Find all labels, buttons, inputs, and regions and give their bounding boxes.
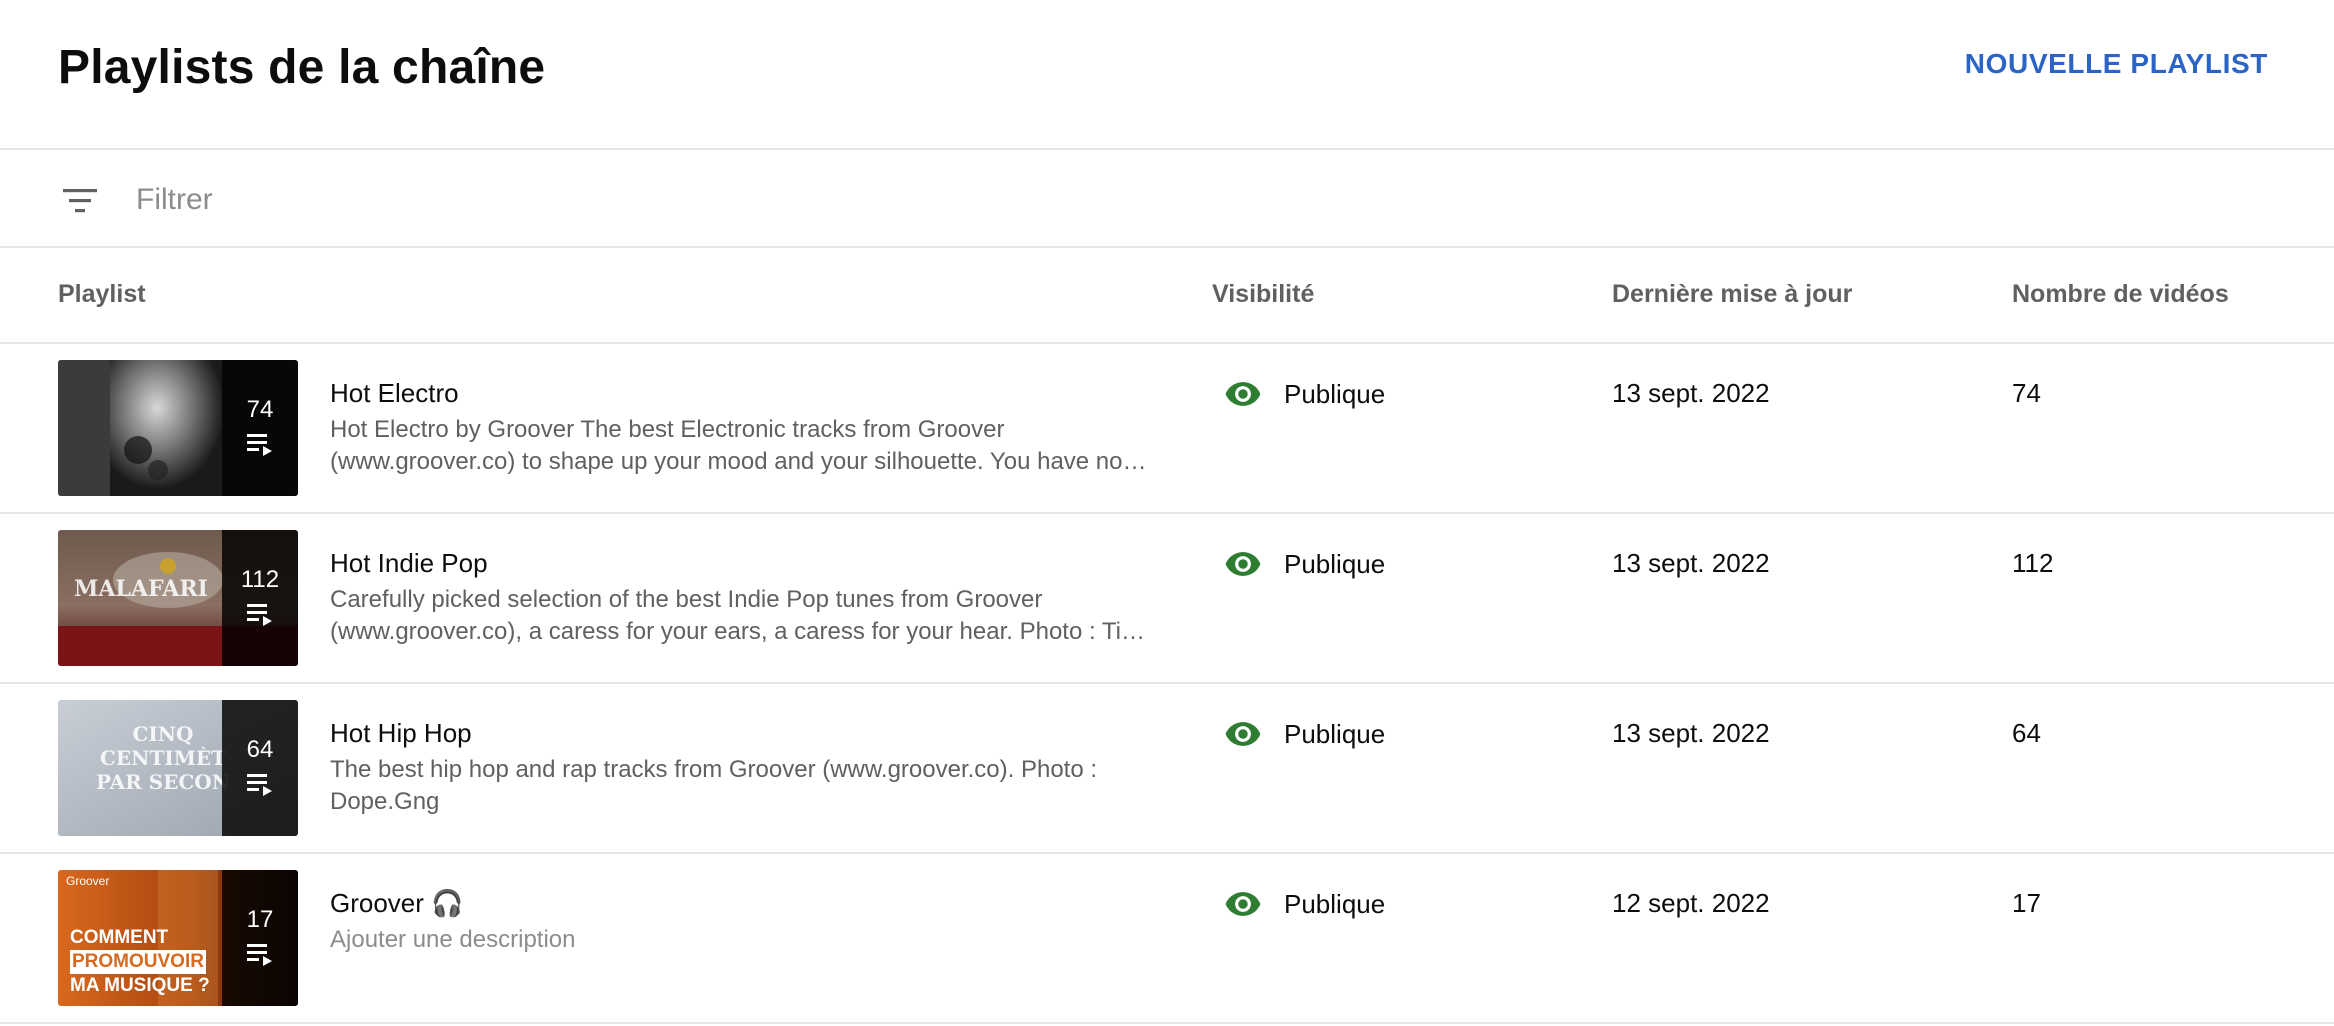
visibility-label: Publique bbox=[1284, 378, 1386, 409]
thumbnail-text: CINQ CENTIMÈT PAR SECON bbox=[96, 722, 230, 794]
visibility-cell: Publique bbox=[1224, 544, 1385, 584]
playlist-icon bbox=[247, 944, 272, 966]
playlist-title[interactable]: Hot Hip Hop bbox=[330, 718, 472, 749]
visibility-label: Publique bbox=[1284, 718, 1386, 749]
playlist-icon bbox=[247, 434, 272, 456]
new-playlist-button[interactable]: NOUVELLE PLAYLIST bbox=[1965, 48, 2268, 80]
filter-bar bbox=[0, 152, 2334, 248]
video-count: 64 bbox=[2012, 718, 2041, 748]
table-row[interactable]: MALAFARI 112 Hot Indie Pop Carefully pic… bbox=[0, 514, 2334, 684]
visibility-cell: Publique bbox=[1224, 884, 1385, 924]
playlist-description: Hot Electro by Groover The best Electron… bbox=[330, 416, 1147, 475]
playlist-thumbnail[interactable]: MALAFARI 112 bbox=[58, 530, 298, 666]
last-update-date: 13 sept. 2022 bbox=[1612, 548, 1770, 578]
thumbnail-video-count: 64 bbox=[246, 736, 274, 763]
last-update-date: 13 sept. 2022 bbox=[1612, 718, 1770, 748]
playlist-title[interactable]: Groover 🎧 bbox=[330, 888, 464, 919]
thumbnail-text: MALAFARI bbox=[74, 576, 208, 602]
filter-input[interactable] bbox=[136, 176, 1336, 224]
thumbnail-overlay: 17 bbox=[222, 870, 298, 1006]
column-header-video-count[interactable]: Nombre de vidéos bbox=[2012, 280, 2229, 309]
playlist-thumbnail[interactable]: 74 bbox=[58, 360, 298, 496]
thumbnail-overlay: 74 bbox=[222, 360, 298, 496]
eye-icon bbox=[1225, 552, 1261, 576]
add-description-link[interactable]: Ajouter une description bbox=[330, 924, 1160, 956]
last-update-date: 13 sept. 2022 bbox=[1612, 378, 1770, 408]
visibility-cell: Publique bbox=[1224, 374, 1385, 414]
playlist-description: The best hip hop and rap tracks from Gro… bbox=[330, 756, 1098, 815]
playlist-thumbnail[interactable]: Groover COMMENT PROMOUVOIR MA MUSIQUE ? … bbox=[58, 870, 298, 1006]
thumbnail-text: COMMENT PROMOUVOIR MA MUSIQUE ? bbox=[70, 927, 210, 996]
thumbnail-video-count: 112 bbox=[240, 566, 280, 593]
playlist-title[interactable]: Hot Electro bbox=[330, 378, 459, 409]
thumbnail-overlay: 112 bbox=[222, 530, 298, 666]
playlist-icon bbox=[247, 604, 272, 626]
video-count: 17 bbox=[2012, 888, 2041, 918]
playlist-thumbnail[interactable]: CINQ CENTIMÈT PAR SECON 64 bbox=[58, 700, 298, 836]
column-header-visibility[interactable]: Visibilité bbox=[1212, 280, 1314, 309]
thumbnail-video-count: 74 bbox=[246, 396, 274, 423]
table-row[interactable]: CINQ CENTIMÈT PAR SECON 64 Hot Hip Hop T… bbox=[0, 684, 2334, 854]
table-row[interactable]: Groover COMMENT PROMOUVOIR MA MUSIQUE ? … bbox=[0, 854, 2334, 1024]
table-row[interactable]: 74 Hot Electro Hot Electro by Groover Th… bbox=[0, 344, 2334, 514]
column-header-playlist[interactable]: Playlist bbox=[58, 280, 146, 309]
column-header-last-update[interactable]: Dernière mise à jour bbox=[1612, 280, 1852, 309]
visibility-label: Publique bbox=[1284, 548, 1386, 579]
thumbnail-video-count: 17 bbox=[246, 906, 274, 933]
eye-icon bbox=[1225, 382, 1261, 406]
eye-icon bbox=[1225, 722, 1261, 746]
video-count: 74 bbox=[2012, 378, 2041, 408]
playlist-description: Carefully picked selection of the best I… bbox=[330, 586, 1145, 645]
thumbnail-overlay: 64 bbox=[222, 700, 298, 836]
filter-icon[interactable] bbox=[60, 180, 100, 220]
page-header: Playlists de la chaîne NOUVELLE PLAYLIST bbox=[0, 0, 2334, 150]
visibility-label: Publique bbox=[1284, 888, 1386, 919]
playlist-title[interactable]: Hot Indie Pop bbox=[330, 548, 488, 579]
thumbnail-brand: Groover bbox=[66, 874, 110, 888]
playlist-icon bbox=[247, 774, 272, 796]
visibility-cell: Publique bbox=[1224, 714, 1385, 754]
video-count: 112 bbox=[2012, 548, 2054, 578]
eye-icon bbox=[1225, 892, 1261, 916]
page-title: Playlists de la chaîne bbox=[58, 41, 546, 94]
last-update-date: 12 sept. 2022 bbox=[1612, 888, 1770, 918]
table-header: Playlist Visibilité Dernière mise à jour… bbox=[0, 250, 2334, 344]
